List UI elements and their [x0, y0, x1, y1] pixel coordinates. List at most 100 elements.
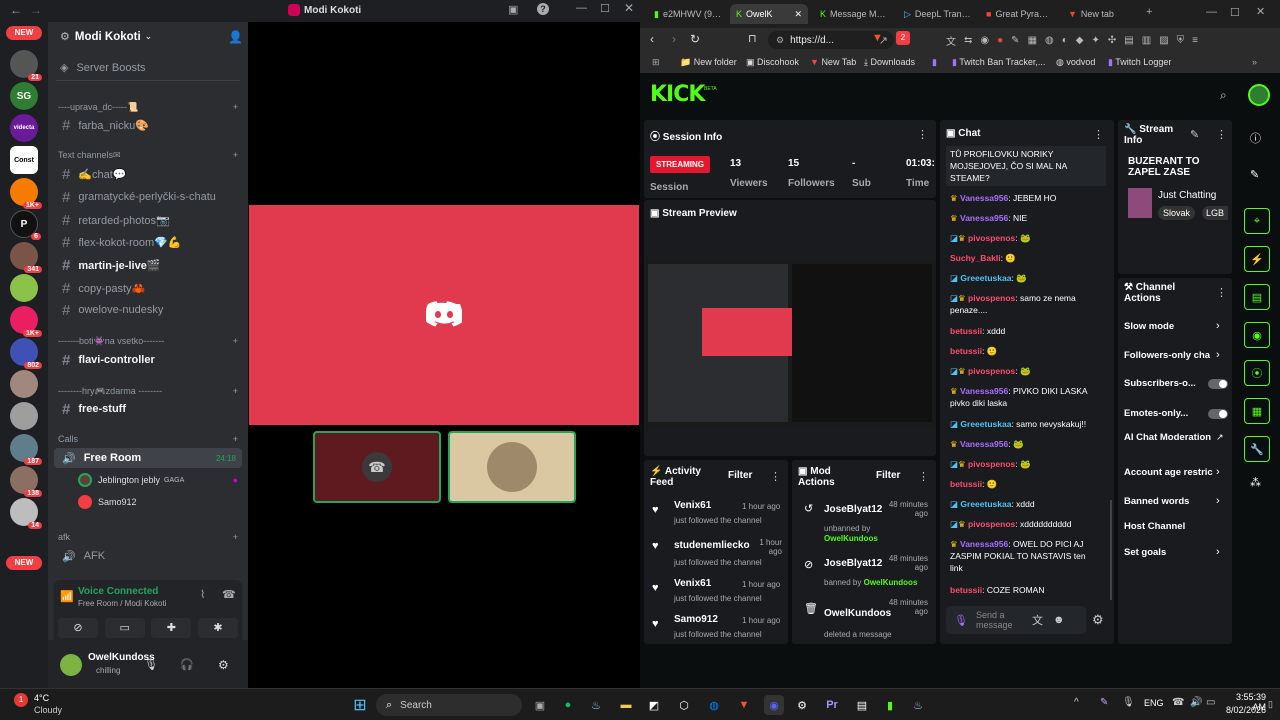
settings-gear-icon[interactable]: ⚙	[218, 658, 229, 672]
inbox-icon[interactable]: ▣	[508, 3, 518, 16]
server-icon[interactable]: 802	[10, 338, 42, 369]
broadcast-icon[interactable]: ⦿	[1244, 360, 1270, 386]
ext-icon[interactable]: ✦	[1092, 35, 1100, 46]
voice-user[interactable]: Jeblington jebly GAGA ●	[78, 473, 238, 487]
close-icon[interactable]: ✕	[794, 9, 802, 20]
steam-icon[interactable]: ♨	[908, 695, 928, 715]
avatar[interactable]	[1248, 84, 1270, 106]
more-icon[interactable]: ⋮	[1216, 128, 1227, 141]
chat-username[interactable]: Suchy_Bakli	[950, 253, 1001, 263]
app-icon[interactable]: ⬡	[674, 695, 694, 715]
site-info-icon[interactable]: ⚙	[776, 35, 784, 46]
translate-ext-icon[interactable]: 文	[946, 33, 956, 48]
account-age-action[interactable]: Account age restric ›	[1124, 466, 1228, 478]
tab[interactable]: K Message Mo...	[814, 4, 894, 24]
premiere-icon[interactable]: Pr	[822, 695, 842, 715]
chat-username[interactable]: Greeetuskaa	[960, 499, 1011, 509]
add-channel-icon[interactable]: +	[233, 532, 238, 542]
server-boosts[interactable]: ◈ Server Boosts	[60, 61, 240, 75]
messenger-icon[interactable]: ◍	[704, 695, 724, 715]
chat-username[interactable]: betussii	[950, 585, 982, 595]
filter-button[interactable]: Filter	[728, 470, 752, 481]
set-goals-action[interactable]: Set goals ›	[1124, 546, 1228, 558]
ext-icon[interactable]: ◐	[1062, 35, 1068, 46]
chat-username[interactable]: Vanessa956	[960, 213, 1008, 223]
volume-icon[interactable]: 🔊	[1190, 697, 1202, 708]
server-header[interactable]: ⚙ Modi Kokoti ⌄	[60, 30, 240, 44]
category-afk[interactable]: afk +	[58, 532, 238, 542]
ext-icon[interactable]: ●	[997, 35, 1003, 46]
bookmark-downloads[interactable]: ⤓ Downloads	[864, 57, 915, 68]
bookmark-icon[interactable]: ⊓	[748, 32, 757, 45]
back-arrow-icon[interactable]: ←	[10, 3, 22, 17]
channel-retarded-photos[interactable]: # retarded-photos📷	[54, 210, 242, 230]
discord-taskbar-icon[interactable]: ◉	[764, 695, 784, 715]
chat-username[interactable]: pivospenos	[968, 459, 1015, 469]
ext-icon[interactable]: ◆	[1076, 35, 1084, 46]
layout-icon[interactable]: ▦	[1244, 398, 1270, 424]
category-calls[interactable]: Calls +	[58, 434, 238, 444]
reload-icon[interactable]: ↻	[690, 32, 700, 46]
help-icon[interactable]: ?	[537, 3, 549, 15]
close-icon[interactable]: ✕	[624, 1, 634, 15]
mic-icon[interactable]: 🎙	[954, 614, 968, 627]
tab[interactable]: ▷ DeepL Transl...	[898, 4, 978, 24]
disconnect-icon[interactable]: ☎	[222, 588, 236, 601]
notifications-icon[interactable]: ▯	[1268, 699, 1273, 710]
add-channel-icon[interactable]: +	[233, 150, 238, 161]
screen-share-icon[interactable]: ▭	[104, 618, 145, 638]
weather-alert-icon[interactable]: 1	[14, 693, 28, 707]
ext-icon[interactable]: ▦	[1028, 35, 1037, 46]
filter-button[interactable]: Filter	[876, 470, 900, 481]
rewards-icon[interactable]: 2	[896, 31, 910, 45]
voice-location[interactable]: Free Room / Modi Kokoti	[78, 599, 166, 608]
chat-username[interactable]: pivospenos	[968, 519, 1015, 529]
more-icon[interactable]: ⋮	[770, 470, 781, 483]
server-icon[interactable]: 1K+	[10, 306, 42, 337]
apps-icon[interactable]: ⊞	[652, 57, 660, 68]
bookmark-vodvod[interactable]: ◍ vodvod	[1056, 57, 1095, 68]
app-icon[interactable]: ◩	[644, 695, 664, 715]
document-icon[interactable]: ▤	[1244, 284, 1270, 310]
new-tab-icon[interactable]: +	[1146, 6, 1152, 18]
add-channel-icon[interactable]: +	[233, 434, 238, 444]
server-icon[interactable]: videcta	[10, 114, 38, 142]
add-channel-icon[interactable]: +	[233, 386, 238, 397]
slow-mode-action[interactable]: Slow mode ›	[1124, 320, 1228, 332]
voice-user[interactable]: Samo912	[78, 495, 238, 509]
tab[interactable]: ▮ e2MHWV (94...	[648, 4, 728, 24]
bookmark-new-tab[interactable]: ▼ New Tab	[810, 57, 856, 67]
pencil-icon[interactable]: ✎	[1250, 168, 1259, 181]
bookmark-twitch-logger[interactable]: ▮ Twitch Logger	[1108, 57, 1171, 68]
server-icon[interactable]: 341	[10, 242, 42, 273]
channel-copy-pasty[interactable]: # copy-pasty🦀	[54, 278, 242, 298]
server-icon[interactable]: 138	[10, 466, 42, 497]
activities-icon[interactable]: ✚	[151, 618, 192, 638]
chat-username[interactable]: betussii	[950, 346, 982, 356]
tab-active[interactable]: K OwelK ✕	[730, 4, 808, 24]
stream-video[interactable]	[644, 260, 936, 426]
channel-gramaticke[interactable]: # gramatycké-perlyčki-s-chatu	[54, 187, 242, 207]
more-icon[interactable]: ⋮	[918, 470, 929, 483]
task-view-icon[interactable]: ▣	[530, 695, 550, 715]
server-icon[interactable]: 14	[10, 498, 42, 529]
host-channel-action[interactable]: Host Channel	[1124, 521, 1228, 532]
chat-username[interactable]: pivospenos	[968, 233, 1015, 243]
server-icon[interactable]: 1K+	[10, 178, 42, 209]
tray-icon[interactable]: ✎	[1100, 697, 1108, 708]
voice-channel-afk[interactable]: 🔊 AFK	[54, 546, 242, 566]
language-indicator[interactable]: ENG	[1144, 698, 1164, 708]
followers-only-action[interactable]: Followers-only cha ›	[1124, 349, 1228, 361]
channel-martin[interactable]: # martin-je-live🎬	[54, 255, 242, 275]
server-icon[interactable]: 187	[10, 434, 42, 465]
microphone-icon[interactable]: 🎙	[144, 658, 158, 671]
maximize-icon[interactable]: ☐	[600, 2, 610, 15]
chat-username[interactable]: betussii	[950, 479, 982, 489]
channel-owelove[interactable]: # owelove-nudesky	[54, 300, 242, 320]
notepad-icon[interactable]: ▤	[852, 695, 872, 715]
server-icon[interactable]	[10, 274, 38, 302]
channel-flavi[interactable]: # flavi-controller	[54, 350, 242, 370]
tab[interactable]: ■ Great Pyrami...	[980, 4, 1060, 24]
server-icon[interactable]: Const	[10, 146, 38, 174]
add-channel-icon[interactable]: +	[233, 336, 238, 347]
